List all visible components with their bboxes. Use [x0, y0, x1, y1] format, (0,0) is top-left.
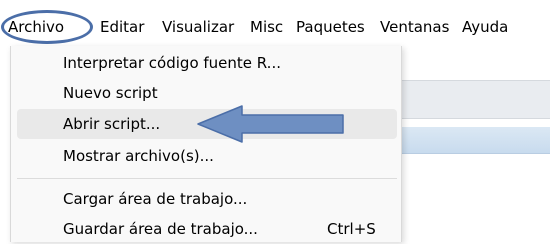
menu-bar: Archivo Editar Visualizar Misc Paquetes …: [0, 0, 550, 46]
menu-separator: [17, 178, 397, 179]
menu-ayuda[interactable]: Ayuda: [462, 17, 508, 37]
annotation-circle: [1, 10, 93, 44]
menu-item-label: Cargar área de trabajo...: [63, 190, 248, 208]
menu-item-interpretar-codigo[interactable]: Interpretar código fuente R...: [17, 48, 397, 78]
menu-item-label: Nuevo script: [63, 84, 158, 102]
menu-misc[interactable]: Misc: [250, 17, 283, 37]
annotation-arrow-icon: [197, 105, 344, 143]
menu-item-label: Abrir script...: [63, 115, 161, 133]
menu-editar[interactable]: Editar: [100, 17, 144, 37]
menu-ventanas[interactable]: Ventanas: [380, 17, 449, 37]
menu-item-shortcut: Ctrl+S: [327, 220, 376, 238]
menu-visualizar[interactable]: Visualizar: [162, 17, 234, 37]
menu-paquetes[interactable]: Paquetes: [296, 17, 365, 37]
menu-item-mostrar-archivos[interactable]: Mostrar archivo(s)...: [17, 141, 397, 171]
background-toolbar: [393, 80, 550, 119]
menu-item-guardar-area[interactable]: Guardar área de trabajo... Ctrl+S: [17, 214, 397, 244]
background-window: [393, 46, 550, 242]
menu-item-cargar-area[interactable]: Cargar área de trabajo...: [17, 184, 397, 214]
menu-item-label: Mostrar archivo(s)...: [63, 147, 214, 165]
menu-item-label: Interpretar código fuente R...: [63, 54, 281, 72]
archivo-dropdown-menu: Interpretar código fuente R... Nuevo scr…: [10, 46, 402, 242]
background-titlebar: [393, 127, 550, 154]
menu-item-label: Guardar área de trabajo...: [63, 220, 258, 238]
